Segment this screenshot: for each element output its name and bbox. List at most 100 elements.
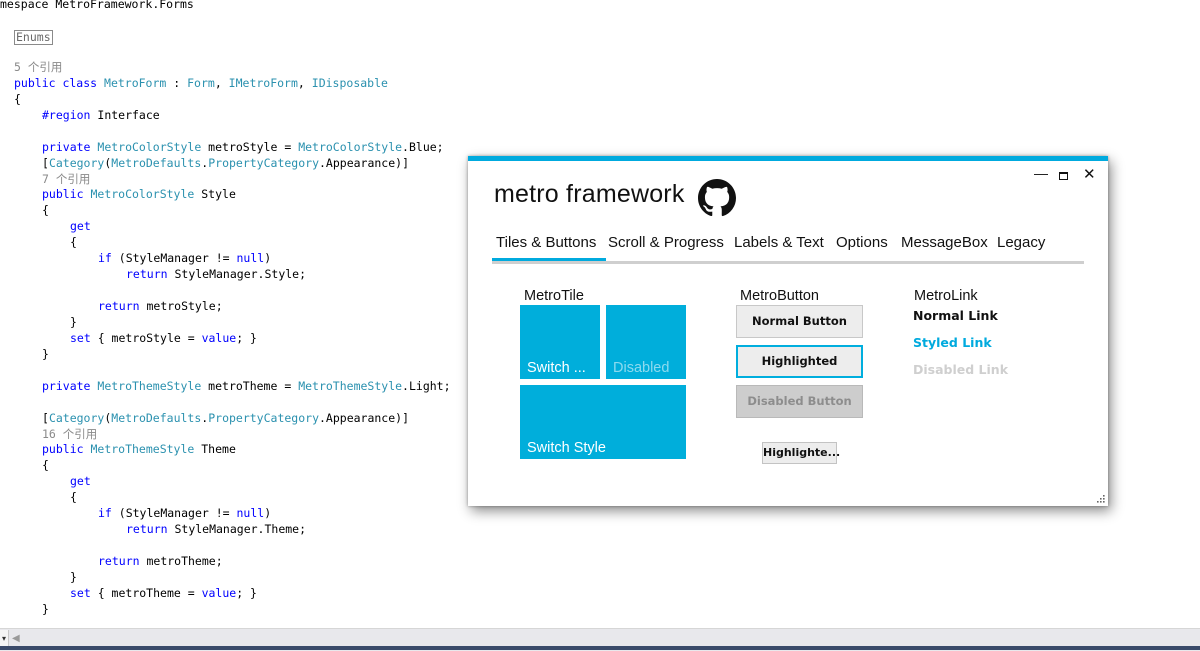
code-keyword: return [98,554,140,568]
code-keyword: return [126,522,168,536]
code-keyword: private [42,379,98,393]
code-type: MetroColorStyle [97,140,202,154]
code-line: } [70,314,77,330]
code-text: { metroTheme = [90,586,202,600]
close-button[interactable]: ✕ [1083,167,1096,182]
code-text: { [14,92,21,106]
code-line: get [70,218,91,234]
highlighted-button[interactable]: Highlighted Button [736,345,863,397]
code-text: Theme [194,442,236,456]
code-line: { [70,489,77,505]
code-text: Style [194,187,236,201]
code-line: } [42,601,49,617]
code-text: .Appearance)] [319,156,410,170]
tile-disabled-label: Disabled [613,360,670,376]
code-text: } [42,347,49,361]
code-keyword: public class [14,76,105,90]
code-keyword: #region [42,108,91,122]
code-text: mespace MetroFramework.Forms [0,0,194,11]
tab-messagebox[interactable]: MessageBox [901,234,988,251]
code-line: Enums [14,29,53,45]
github-icon [698,179,736,217]
code-text: } [70,570,77,584]
code-keyword: null [236,506,265,520]
code-line: } [70,569,77,585]
code-keyword: set [70,586,91,600]
code-line: if (StyleManager != null) [98,505,271,521]
code-line: private MetroThemeStyle metroTheme = Met… [42,378,451,394]
minimize-button[interactable]: — [1034,166,1048,180]
code-text: } [70,315,77,329]
code-line: { [70,234,77,250]
disabled-link: Disabled Link [913,362,1009,377]
code-text: (StyleManager != [111,506,237,520]
code-text: metroTheme; [139,554,223,568]
tab-tiles-buttons[interactable]: Tiles & Buttons [496,234,596,251]
code-text: ) [264,506,272,520]
code-text: , [297,76,312,90]
tile-switch-style-label: Switch Style [527,440,606,456]
tab-strip: Tiles & Buttons Scroll & Progress Labels… [492,229,1084,264]
code-type: Form [187,76,215,90]
code-line: [Category(MetroDefaults.PropertyCategory… [42,155,409,171]
disabled-button: Disabled Button [736,385,863,418]
code-text: Interface [90,108,160,122]
code-text: { [42,458,49,472]
highlighted-small-button[interactable]: Highlighte... [762,442,840,464]
code-type: Category [48,411,105,425]
tab-options[interactable]: Options [836,234,888,251]
code-text: .Light; [402,379,451,393]
tab-scroll-progress[interactable]: Scroll & Progress [608,234,724,251]
code-line: } [42,346,49,362]
code-keyword: private [42,140,98,154]
normal-link[interactable]: Normal Link [913,308,998,323]
tile-switch[interactable]: Switch ... [520,305,600,379]
code-line: 16 个引用 [42,426,97,442]
code-text: ) [264,251,272,265]
code-text: metroStyle; [139,299,223,313]
metrotile-label: MetroTile [524,288,584,304]
code-line: { [14,91,21,107]
reference-count: 7 个引用 [42,172,91,186]
maximize-button[interactable] [1059,172,1068,180]
code-type: IMetroForm [228,76,298,90]
code-type: Category [48,156,105,170]
styled-link[interactable]: Styled Link [913,335,992,350]
code-text: .Blue; [402,140,444,154]
code-line: public MetroThemeStyle Theme [42,441,236,457]
code-type: MetroForm [104,76,167,90]
code-keyword: return [98,299,140,313]
code-line: set { metroTheme = value; } [70,585,257,601]
metrolink-label: MetroLink [914,288,978,304]
reference-count: 5 个引用 [14,60,63,74]
status-bar [0,646,1200,650]
code-line: public class MetroForm : Form, IMetroFor… [14,75,388,91]
code-line: 5 个引用 [14,59,62,75]
code-line: return metroTheme; [98,553,223,569]
scroll-left-arrow-icon[interactable]: ◀ [12,631,20,647]
tile-disabled: Disabled [606,305,686,379]
code-line: public MetroColorStyle Style [42,186,236,202]
code-text: [ [42,156,49,170]
normal-button[interactable]: Normal Button [736,305,863,338]
resize-grip-icon[interactable] [1095,493,1105,503]
code-keyword: public [42,187,91,201]
code-line: [Category(MetroDefaults.PropertyCategory… [42,410,409,426]
code-type: MetroDefaults [111,156,202,170]
code-text: metroTheme = [201,379,299,393]
code-text: metroStyle = [201,140,299,154]
metro-form-window: metro framework — ✕ Tiles & Buttons Scro… [468,156,1108,506]
reference-count: 16 个引用 [42,427,98,441]
tab-legacy[interactable]: Legacy [997,234,1045,251]
tab-labels-text[interactable]: Labels & Text [734,234,824,251]
code-keyword: public [42,442,91,456]
code-text: ; } [236,586,257,600]
code-text: ; } [236,331,257,345]
code-line: return StyleManager.Theme; [126,521,306,537]
collapsed-region[interactable]: Enums [14,30,53,45]
tile-switch-style[interactable]: Switch Style [520,385,686,459]
code-line: private MetroColorStyle metroStyle = Met… [42,139,444,155]
code-text: StyleManager.Theme; [167,522,307,536]
code-keyword: value [201,331,237,345]
code-type: PropertyCategory [208,156,319,170]
